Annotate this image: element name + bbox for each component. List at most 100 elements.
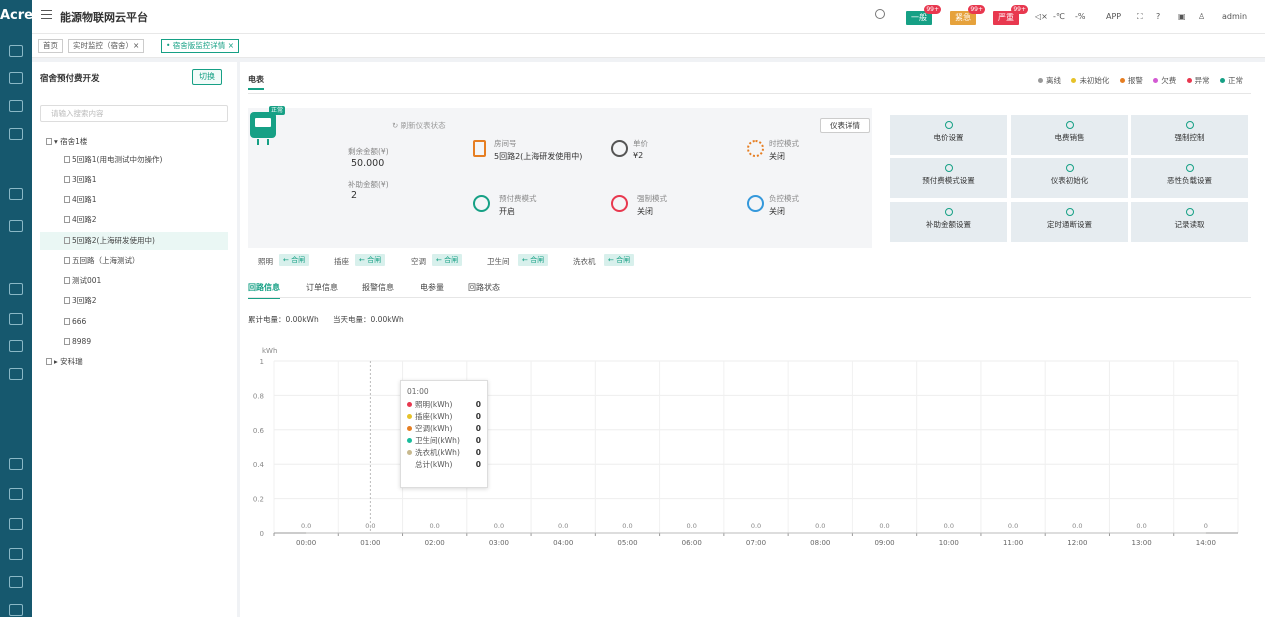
force-icon bbox=[611, 195, 628, 212]
building-icon[interactable] bbox=[9, 100, 23, 112]
data-label: 0.0 bbox=[494, 522, 504, 530]
alarm-serious[interactable]: 严重 99+ bbox=[993, 5, 1028, 25]
tree-node[interactable]: 五回路（上海测试） bbox=[40, 252, 228, 270]
x-tick-label: 10:00 bbox=[939, 539, 959, 547]
skin-icon[interactable]: ♙ bbox=[1198, 10, 1205, 24]
price-icon bbox=[944, 121, 953, 129]
switch-name: 插座 bbox=[334, 257, 349, 266]
tree-node[interactable]: 3回路2 bbox=[40, 292, 228, 310]
tooltip-value: 0 bbox=[475, 400, 481, 409]
energy-summary: 累计电量：0.00kWh 当天电量：0.00kWh bbox=[248, 314, 404, 325]
tree-node[interactable]: 3回路1 bbox=[40, 171, 228, 189]
switch-name: 空调 bbox=[411, 257, 426, 266]
tree-node-selected[interactable]: 5回路2(上海研发使用中) bbox=[40, 232, 228, 250]
tooltip-dot bbox=[407, 402, 412, 407]
tooltip-dot bbox=[407, 438, 412, 443]
legend-label: 离线 bbox=[1046, 76, 1062, 85]
record-read-button[interactable]: 记录读取 bbox=[1131, 202, 1248, 242]
switch-state[interactable]: ← 合闸 bbox=[432, 254, 463, 266]
switch-state[interactable]: ← 合闸 bbox=[355, 254, 386, 266]
alarm-urgent-label: 紧急 bbox=[955, 13, 971, 22]
camera-icon[interactable] bbox=[9, 368, 23, 380]
user-name[interactable]: admin bbox=[1222, 10, 1247, 24]
sales-button[interactable]: 电费销售 bbox=[1011, 115, 1128, 155]
tree-node-acrel[interactable]: ▸ 安科瑞 bbox=[40, 353, 228, 371]
alarm-general[interactable]: 一般 99+ bbox=[906, 5, 941, 25]
subtab-circuit-status[interactable]: 回路状态 bbox=[468, 282, 500, 293]
legend-dot bbox=[1071, 78, 1077, 83]
image-icon[interactable] bbox=[9, 340, 23, 352]
location-icon[interactable] bbox=[9, 188, 23, 200]
subtab-orders[interactable]: 订单信息 bbox=[306, 282, 338, 293]
data-label: 0.0 bbox=[815, 522, 825, 530]
menu-toggle-icon[interactable] bbox=[41, 10, 52, 19]
bar-chart-icon[interactable] bbox=[9, 518, 23, 530]
file-icon bbox=[64, 196, 70, 203]
price-setting-button[interactable]: 电价设置 bbox=[890, 115, 1007, 155]
action-label: 电费销售 bbox=[1054, 133, 1085, 142]
list-icon[interactable] bbox=[9, 458, 23, 470]
analysis-icon[interactable] bbox=[9, 576, 23, 588]
tab-dorm-detail[interactable]: • 宿舍版监控详情 × bbox=[161, 39, 239, 53]
legend-label: 未初始化 bbox=[1079, 76, 1110, 85]
tooltip-series-name: 照明(kWh) bbox=[415, 400, 453, 409]
app-download[interactable]: APP bbox=[1106, 10, 1121, 24]
file-icon bbox=[64, 257, 70, 264]
mute-icon[interactable]: ◁× bbox=[1035, 10, 1048, 24]
subsidy-setting-button[interactable]: 补助金额设置 bbox=[890, 202, 1007, 242]
meter-init-button[interactable]: 仪表初始化 bbox=[1011, 158, 1128, 198]
data-label: 0.0 bbox=[1008, 522, 1018, 530]
document-icon[interactable] bbox=[9, 128, 23, 140]
subtab-electric-params[interactable]: 电参量 bbox=[420, 282, 444, 293]
tooltip-row: 空调(kWh) 0 bbox=[407, 423, 481, 435]
fullscreen-icon[interactable]: ⛶ bbox=[1137, 10, 1143, 24]
switch-state[interactable]: ← 合闸 bbox=[604, 254, 635, 266]
load-mode-value: 关闭 bbox=[769, 207, 785, 216]
y-tick-label: 0.2 bbox=[253, 496, 264, 504]
tree-node[interactable]: 666 bbox=[40, 313, 228, 331]
force-control-button[interactable]: 强制控制 bbox=[1131, 115, 1248, 155]
tab-meter[interactable]: 电表 bbox=[248, 74, 264, 90]
statistics-icon[interactable] bbox=[9, 548, 23, 560]
search-icon[interactable] bbox=[875, 9, 885, 19]
x-tick-label: 11:00 bbox=[1003, 539, 1023, 547]
user-icon[interactable] bbox=[9, 72, 23, 84]
device-icon[interactable] bbox=[9, 313, 23, 325]
alarm-serious-badge: 99+ bbox=[1011, 5, 1028, 14]
tree-node-dorm1[interactable]: ▾ 宿舍1楼 bbox=[40, 133, 228, 151]
subtab-alarms[interactable]: 报警信息 bbox=[362, 282, 394, 293]
home-icon[interactable] bbox=[9, 45, 23, 57]
alarm-urgent[interactable]: 紧急 99+ bbox=[950, 5, 985, 25]
refresh-status-link[interactable]: ↻ 刷新仪表状态 bbox=[392, 120, 446, 131]
monitor-icon[interactable] bbox=[9, 220, 23, 232]
tooltip-series-name: 卫生间(kWh) bbox=[415, 436, 460, 445]
tooltip-value: 0 bbox=[475, 424, 481, 433]
help-icon[interactable]: ? bbox=[1156, 10, 1160, 24]
search-input[interactable]: 请输入搜索内容 bbox=[40, 105, 228, 122]
tree-node[interactable]: 4回路2 bbox=[40, 211, 228, 229]
timer-switch-button[interactable]: 定时通断设置 bbox=[1011, 202, 1128, 242]
settings-icon[interactable] bbox=[9, 604, 23, 616]
prepay-setting-button[interactable]: 预付费模式设置 bbox=[890, 158, 1007, 198]
meter-detail-button[interactable]: 仪表详情 bbox=[820, 118, 870, 133]
trend-icon[interactable] bbox=[9, 488, 23, 500]
meter-info-card bbox=[248, 108, 872, 248]
malicious-load-button[interactable]: 恶性负载设置 bbox=[1131, 158, 1248, 198]
time-mode-label: 时控模式 bbox=[769, 139, 799, 148]
tab-home[interactable]: 首页 bbox=[38, 39, 63, 53]
switch-state[interactable]: ← 合闸 bbox=[518, 254, 549, 266]
tab-realtime-monitor[interactable]: 实时监控（宿舍）× bbox=[68, 39, 145, 53]
legend-dot bbox=[1119, 78, 1125, 83]
screen-icon[interactable]: ▣ bbox=[1178, 10, 1186, 24]
prepay-value: 开启 bbox=[499, 207, 515, 216]
switch-button[interactable]: 切换 bbox=[192, 69, 222, 85]
coins-icon bbox=[611, 140, 628, 157]
switch-state[interactable]: ← 合闸 bbox=[279, 254, 310, 266]
tree-node[interactable]: 4回路1 bbox=[40, 191, 228, 209]
tree-node[interactable]: 8989 bbox=[40, 333, 228, 351]
tree-node[interactable]: 5回路1(用电测试中勿操作) bbox=[40, 151, 228, 169]
alarm-general-label: 一般 bbox=[911, 13, 927, 22]
tooltip-dot bbox=[407, 462, 412, 467]
tree-node[interactable]: 测试001 bbox=[40, 272, 228, 290]
report-icon[interactable] bbox=[9, 283, 23, 295]
